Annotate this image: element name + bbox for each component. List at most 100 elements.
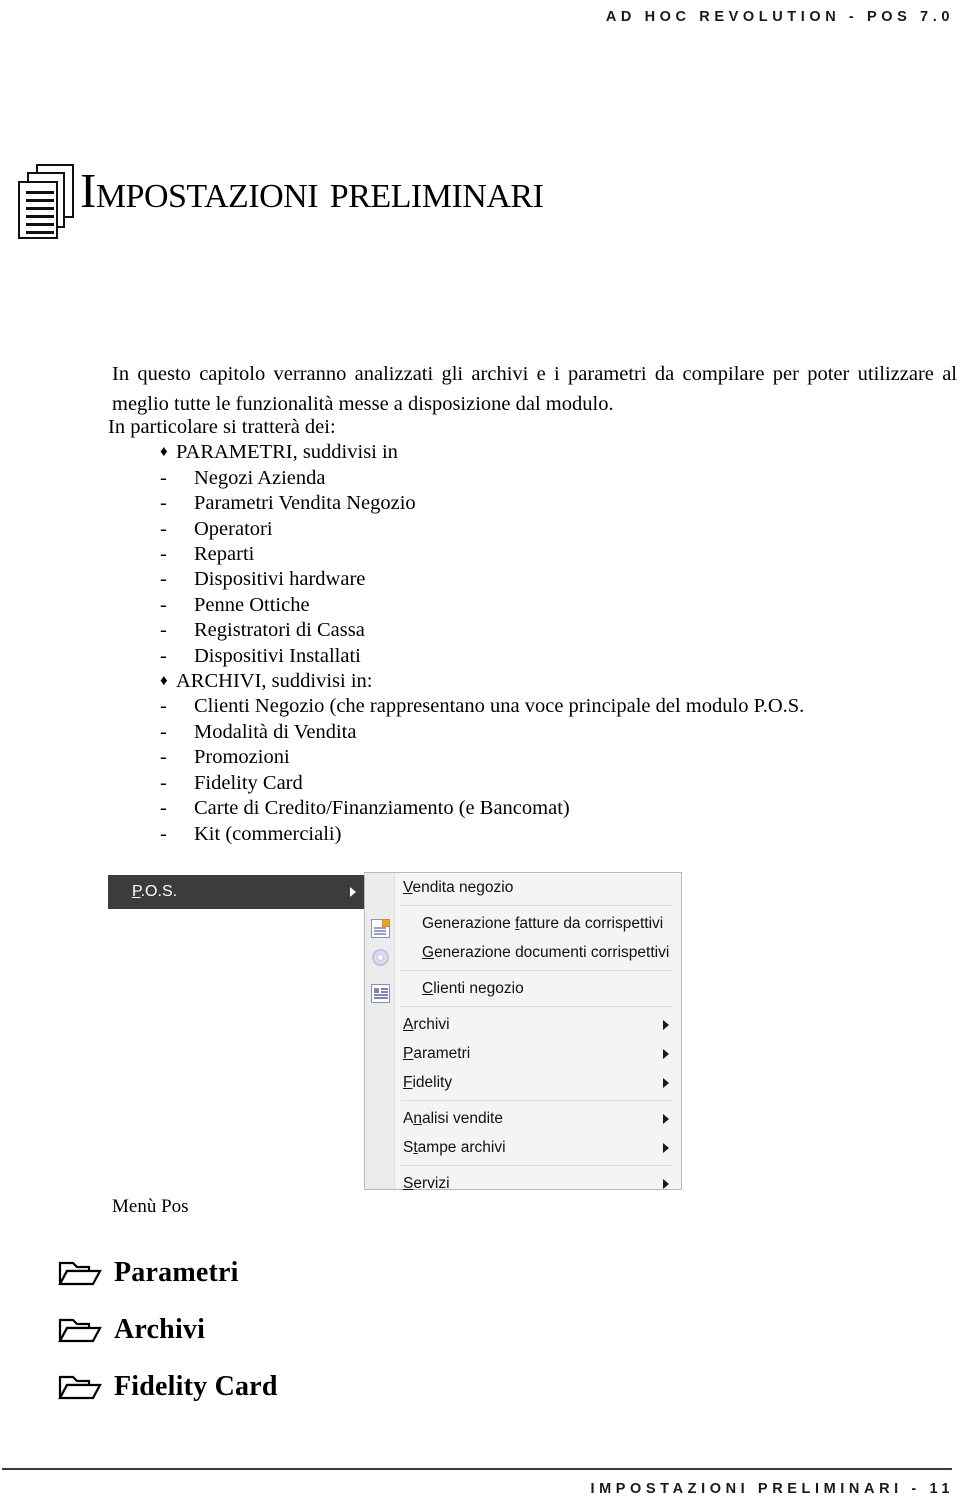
menu-item-clienti-negozio[interactable]: Clienti negozio (365, 974, 681, 1003)
topics-list: In particolare si tratterà dei: ♦ PARAME… (108, 415, 908, 847)
menu-separator (401, 1165, 673, 1166)
menu-item-generazione-documenti[interactable]: Generazione documenti corrispettivi (365, 938, 681, 967)
list-item: - Carte di Credito/Finanziamento (e Banc… (160, 796, 908, 821)
menu-item-label: Clienti negozio (422, 980, 524, 998)
section-heading-parametri: Parametri (58, 1244, 658, 1301)
section-heading-fidelity-card: Fidelity Card (58, 1358, 658, 1415)
list-item: - Kit (commerciali) (160, 822, 908, 847)
menu-separator (401, 1006, 673, 1007)
list-item: - Parametri Vendita Negozio (160, 491, 908, 516)
menu-item-label: Fidelity (403, 1074, 452, 1092)
menu-item-label: Vendita negozio (403, 879, 513, 897)
label-rest: lienti negozio (433, 979, 524, 997)
dash-bullet-icon: - (160, 543, 167, 566)
document-badge-icon (371, 919, 390, 938)
diamond-bullet-icon: ♦ (160, 444, 168, 461)
page-title: Impostazioni preliminari (80, 163, 544, 218)
label-pre: S (403, 1138, 414, 1156)
running-footer-text: IMPOSTAZIONI PRELIMINARI - 11 (590, 1481, 954, 1497)
dash-bullet-icon: - (160, 746, 167, 769)
label-rest: rchivi (413, 1015, 450, 1033)
menu-item-parametri[interactable]: Parametri (365, 1039, 681, 1068)
label-rest: ampe archivi (417, 1138, 506, 1156)
menu-item-stampe-archivi[interactable]: Stampe archivi (365, 1133, 681, 1162)
page-line (26, 231, 54, 234)
menu-separator (401, 905, 673, 906)
list-group-heading: ♦ ARCHIVI, suddivisi in: (160, 669, 908, 694)
menu-parent-item-label: P.O.S. (132, 883, 177, 901)
open-folder-icon (58, 1318, 102, 1342)
running-header: AD HOC REVOLUTION - POS 7.0 (0, 0, 960, 34)
page-line (26, 191, 54, 194)
menu-item-archivi[interactable]: Archivi (365, 1010, 681, 1039)
label-pre: Generazione (422, 914, 516, 932)
menu-parent-item-pos[interactable]: P.O.S. (108, 875, 368, 909)
submenu-arrow-icon (350, 887, 356, 897)
gear-icon (371, 948, 390, 967)
menu-item-label: Servizi (403, 1175, 450, 1193)
menu-item-fidelity[interactable]: Fidelity (365, 1068, 681, 1097)
label-rest: ervizi (413, 1174, 450, 1192)
list-item: - Reparti (160, 542, 908, 567)
list-item: - Dispositivi hardware (160, 567, 908, 592)
accel-letter: G (422, 943, 435, 961)
list-item: - Dispositivi Installati (160, 644, 908, 669)
running-header-text: AD HOC REVOLUTION - POS 7.0 (605, 9, 954, 25)
menu-item-label: Generazione fatture da corrispettivi (422, 915, 663, 933)
label-rest: .O.S. (140, 883, 178, 900)
section-heading-label: Parametri (114, 1256, 239, 1288)
submenu-arrow-icon (663, 1114, 669, 1124)
menu-items-list: Vendita negozio Generazione fatture da c… (365, 873, 681, 1192)
accel-letter: C (422, 979, 434, 997)
menu-item-servizi[interactable]: Servizi (365, 1169, 681, 1198)
chapter-heading: Impostazioni preliminari (18, 158, 544, 240)
dash-bullet-icon: - (160, 695, 167, 718)
submenu-arrow-icon (663, 1049, 669, 1059)
dash-bullet-icon: - (160, 593, 167, 616)
submenu-arrow-icon (663, 1143, 669, 1153)
section-heading-archivi: Archivi (58, 1301, 658, 1358)
menu-item-analisi-vendite[interactable]: Analisi vendite (365, 1104, 681, 1133)
dash-bullet-icon: - (160, 771, 167, 794)
open-folder-icon (58, 1261, 102, 1285)
dash-bullet-icon: - (160, 517, 167, 540)
submenu-arrow-icon (663, 1020, 669, 1030)
accel-letter: A (403, 1015, 414, 1033)
list-item: - Operatori (160, 517, 908, 542)
label-pre: A (403, 1109, 414, 1127)
page-line (26, 223, 54, 226)
page-sheet-front (18, 181, 58, 239)
menu-separator (401, 1100, 673, 1101)
list-item: - Promozioni (160, 745, 908, 770)
open-folder-icon (58, 1375, 102, 1399)
diamond-bullet-icon: ♦ (160, 673, 168, 690)
menu-item-label: Parametri (403, 1045, 470, 1063)
figure-caption: Menù Pos (112, 1196, 189, 1217)
menu-item-generazione-fatture[interactable]: Generazione fatture da corrispettivi (365, 909, 681, 938)
intro-paragraph: In questo capitolo verranno analizzati g… (112, 362, 957, 415)
label-rest: arametri (413, 1044, 471, 1062)
menu-item-vendita-negozio[interactable]: Vendita negozio (365, 873, 681, 902)
dash-bullet-icon: - (160, 568, 167, 591)
list-lead-in: In particolare si tratterà dei: (108, 416, 336, 438)
menu-item-label: Stampe archivi (403, 1139, 506, 1157)
label-rest: idelity (412, 1073, 453, 1091)
list-item: - Registratori di Cassa (160, 618, 908, 643)
list-item: - Clienti Negozio (che rappresentano una… (160, 694, 908, 719)
dash-bullet-icon: - (160, 466, 167, 489)
menu-separator (401, 970, 673, 971)
list-item: - Fidelity Card (160, 771, 908, 796)
page-line (26, 207, 54, 210)
list-item: - Modalità di Vendita (160, 720, 908, 745)
accel-letter: n (413, 1109, 422, 1127)
stacked-pages-icon (18, 164, 76, 240)
running-footer: IMPOSTAZIONI PRELIMINARI - 11 (0, 1476, 960, 1502)
submenu-arrow-icon (663, 1078, 669, 1088)
label-rest: atture da corrispettivi (519, 914, 664, 932)
dash-bullet-icon: - (160, 822, 167, 845)
section-heading-label: Fidelity Card (114, 1370, 278, 1402)
section-heading-list: Parametri Archivi Fidelity Card (58, 1244, 658, 1415)
page-line (26, 215, 54, 218)
menu-item-label: Archivi (403, 1016, 450, 1034)
list-group-heading: ♦ PARAMETRI, suddivisi in (160, 440, 908, 465)
